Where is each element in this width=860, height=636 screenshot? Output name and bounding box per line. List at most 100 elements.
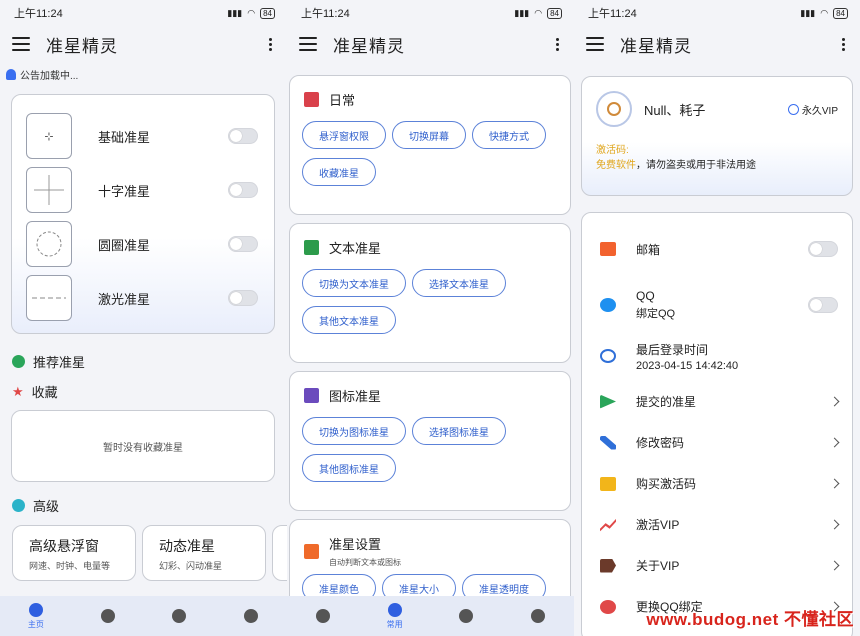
profile-header: Null、耗子 永久VIP	[596, 91, 838, 127]
list-item-last-login: 最后登录时间 2023-04-15 14:42:40	[582, 331, 852, 381]
group-title: 日常	[329, 93, 356, 108]
chevron-right-icon	[829, 437, 840, 448]
watermark: www.budog.net 不懂社区	[646, 610, 854, 629]
nav-common[interactable]: 常用	[375, 602, 415, 630]
calendar-icon	[304, 92, 319, 107]
recommend-label: 推荐准星	[33, 355, 86, 370]
more-options-icon[interactable]	[269, 37, 273, 51]
home-icon	[28, 602, 43, 617]
group-header: 图标准星	[304, 386, 558, 405]
bottom-nav: 主页	[0, 596, 287, 636]
chip-button[interactable]: 其他文本准星	[302, 306, 396, 334]
nav-profile[interactable]	[231, 609, 271, 623]
list-item-buy-code[interactable]: 购买激活码	[582, 463, 852, 504]
group-subtitle: 自动判断文本或图标	[329, 558, 401, 567]
wifi-icon: ◠	[820, 7, 829, 18]
crosshair-row-basic[interactable]: ⊹ 基础准星	[12, 109, 274, 163]
crosshair-toggle[interactable]	[228, 236, 258, 252]
chip-button[interactable]: 选择文本准星	[412, 269, 506, 297]
app-title: 准星精灵	[333, 36, 405, 56]
chip-button[interactable]: 选择图标准星	[412, 417, 506, 445]
battery-icon: 84	[833, 7, 848, 19]
nav-home-label: 主页	[27, 619, 44, 629]
list-item-about-vip[interactable]: 关于VIP	[582, 545, 852, 586]
home-screen: 上午11:24 ▮▮▮ ◠ 84 准星精灵 公告加载中... ⊹ 基础准星 十字…	[0, 0, 287, 636]
list-item-text: 最后登录时间 2023-04-15 14:42:40	[636, 341, 838, 372]
advanced-card-dynamic[interactable]: 动态准星 幻彩、闪动准星	[142, 525, 266, 581]
chip-button[interactable]: 快捷方式	[472, 121, 546, 149]
advanced-card-partial[interactable]	[272, 525, 287, 581]
status-bar: 上午11:24 ▮▮▮ ◠ 84	[0, 0, 287, 26]
circle-crosshair-icon	[26, 221, 72, 267]
chip-button[interactable]: 切换为文本准星	[302, 269, 406, 297]
recommend-heading[interactable]: 推荐准星	[12, 352, 85, 371]
send-icon	[600, 394, 616, 409]
crosshair-row-cross[interactable]: 十字准星	[12, 163, 274, 217]
email-toggle[interactable]	[808, 241, 838, 257]
menu-icon[interactable]	[299, 37, 317, 51]
qq-toggle[interactable]	[808, 297, 838, 313]
nav-settings[interactable]	[159, 609, 199, 623]
menu-icon[interactable]	[12, 37, 30, 51]
more-options-icon[interactable]	[842, 37, 846, 51]
vip-badge: 永久VIP	[787, 102, 838, 117]
avatar[interactable]	[596, 91, 632, 127]
chip-button[interactable]: 切换屏幕	[392, 121, 466, 149]
status-icons: ▮▮▮ ◠ 84	[227, 7, 275, 19]
advanced-card-floating[interactable]: 高级悬浮窗 网速、时钟、电量等	[12, 525, 136, 581]
nav-home[interactable]: 主页	[16, 602, 56, 630]
status-time: 上午11:24	[301, 8, 350, 20]
app-title: 准星精灵	[46, 36, 118, 56]
nav-common[interactable]	[88, 609, 128, 623]
chevron-right-icon	[829, 519, 840, 530]
nav-home[interactable]	[303, 609, 343, 623]
list-item-label: 关于VIP	[636, 559, 680, 573]
list-item-password[interactable]: 修改密码	[582, 422, 852, 463]
chip-button[interactable]: 收藏准星	[302, 158, 376, 186]
palette-icon	[387, 602, 402, 617]
qq-icon	[600, 298, 616, 312]
menu-icon[interactable]	[586, 37, 604, 51]
more-options-icon[interactable]	[556, 37, 560, 51]
chevron-right-icon	[829, 560, 840, 571]
group-card-text: 文本准星 切换为文本准星 选择文本准星 其他文本准星	[289, 223, 571, 363]
crosshair-toggle[interactable]	[228, 290, 258, 306]
globe-icon	[12, 355, 25, 368]
crosshair-label: 十字准星	[98, 183, 151, 199]
list-item-text: QQ 绑定QQ	[636, 289, 808, 321]
dot-crosshair-icon: ⊹	[26, 113, 72, 159]
crosshair-row-laser[interactable]: 激光准星	[12, 271, 274, 325]
pin-icon	[600, 599, 616, 614]
crosshair-label: 基础准星	[98, 129, 151, 145]
list-item-label: 邮箱	[636, 242, 661, 257]
activation-label: 激活码:	[596, 145, 629, 156]
chip-button[interactable]: 其他图标准星	[302, 454, 396, 482]
advanced-card-title: 动态准星	[159, 538, 215, 554]
crosshair-toggle[interactable]	[228, 182, 258, 198]
advanced-card-sub: 幻彩、闪动准星	[159, 561, 223, 571]
status-time: 上午11:24	[14, 8, 63, 20]
app-bar: 准星精灵	[574, 26, 860, 62]
group-title: 图标准星	[329, 389, 382, 404]
chip-button[interactable]: 切换为图标准星	[302, 417, 406, 445]
signal-icon: ▮▮▮	[800, 7, 816, 18]
list-item-email[interactable]: 邮箱	[582, 219, 852, 279]
chip-group: 切换为图标准星 选择图标准星 其他图标准星	[302, 417, 558, 482]
crosshair-avatar-icon	[607, 102, 621, 116]
profile-screen: 上午11:24 ▮▮▮ ◠ 84 准星精灵 Null、耗子 永久VIP 激活码:…	[574, 0, 860, 636]
chip-group: 切换为文本准星 选择文本准星 其他文本准星	[302, 269, 558, 334]
nav-profile[interactable]	[518, 609, 558, 623]
crosshair-toggle[interactable]	[228, 128, 258, 144]
chevron-right-icon	[829, 478, 840, 489]
app-bar: 准星精灵	[287, 26, 574, 62]
status-bar: 上午11:24 ▮▮▮ ◠ 84	[574, 0, 860, 26]
list-item-sub: 绑定QQ	[636, 308, 676, 320]
crosshair-row-circle[interactable]: 圆圈准星	[12, 217, 274, 271]
list-item-activate-vip[interactable]: 激活VIP	[582, 504, 852, 545]
nav-settings[interactable]	[446, 609, 486, 623]
list-item-qq[interactable]: QQ 绑定QQ	[582, 279, 852, 331]
activation-line: 免费软件，请勿盗卖或用于非法用途	[596, 158, 838, 173]
chip-button[interactable]: 悬浮窗权限	[302, 121, 386, 149]
list-item-submitted[interactable]: 提交的准星	[582, 381, 852, 422]
common-screen: 上午11:24 ▮▮▮ ◠ 84 准星精灵 日常 悬浮窗权限 切换屏幕 快捷方式…	[287, 0, 574, 636]
